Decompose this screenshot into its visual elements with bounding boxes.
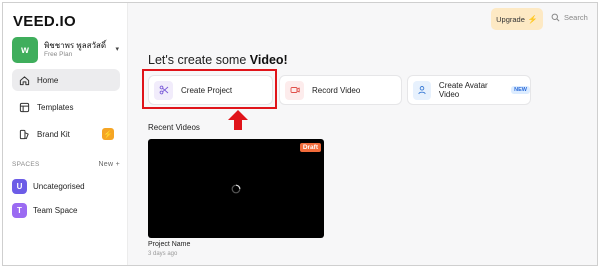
- recent-videos-heading: Recent Videos: [148, 123, 200, 132]
- veed-logo[interactable]: VEED.IO: [13, 13, 76, 30]
- highlight-box: [142, 69, 277, 109]
- page-heading: Let's create some Video!: [148, 53, 288, 67]
- sidebar-item-brand-kit[interactable]: Brand Kit ⚡: [12, 123, 120, 145]
- create-avatar-video-button[interactable]: Create Avatar Video NEW: [407, 75, 531, 105]
- heading-bold: Video!: [249, 53, 288, 67]
- search-button[interactable]: Search: [551, 13, 588, 22]
- action-label: Record Video: [312, 85, 361, 95]
- workspace-switcher[interactable]: w พิชชาพร พูลสวัสดิ์ Free Plan ▾: [12, 36, 122, 64]
- home-icon: [19, 75, 30, 86]
- sidebar-item-label: Templates: [37, 102, 74, 112]
- avatar-icon: [413, 80, 431, 100]
- app-window: VEED.IO w พิชชาพร พูลสวัสดิ์ Free Plan ▾…: [2, 2, 598, 266]
- sidebar: VEED.IO w พิชชาพร พูลสวัสดิ์ Free Plan ▾…: [3, 3, 128, 265]
- new-space-button[interactable]: New +: [98, 161, 120, 168]
- workspace-name: พิชชาพร พูลสวัสดิ์: [44, 41, 107, 51]
- heading-prefix: Let's create some: [148, 53, 250, 67]
- sidebar-item-templates[interactable]: Templates: [12, 96, 120, 118]
- upgrade-button[interactable]: Upgrade ⚡: [491, 8, 543, 30]
- space-item-uncategorised[interactable]: U Uncategorised: [12, 177, 122, 195]
- space-item-label: Uncategorised: [33, 181, 85, 191]
- upgrade-label: Upgrade: [496, 14, 525, 24]
- search-icon: [551, 13, 560, 22]
- action-label: Create Avatar Video: [438, 81, 488, 99]
- sidebar-item-label: Home: [37, 75, 59, 85]
- space-avatar: T: [12, 202, 27, 218]
- search-label: Search: [564, 13, 588, 22]
- new-badge: NEW: [511, 86, 530, 94]
- video-thumbnail[interactable]: Draft: [148, 139, 324, 238]
- spaces-heading-label: SPACES: [12, 161, 40, 168]
- sidebar-item-home[interactable]: Home: [12, 69, 120, 91]
- draft-badge: Draft: [299, 143, 321, 152]
- video-title[interactable]: Project Name: [148, 241, 190, 248]
- brand-kit-icon: [19, 129, 30, 140]
- workspace-plan: Free Plan: [44, 50, 73, 58]
- workspace-avatar: w: [12, 37, 38, 63]
- video-timestamp: 3 days ago: [148, 251, 178, 257]
- templates-icon: [19, 102, 30, 113]
- spaces-heading: SPACES New +: [12, 161, 120, 168]
- record-video-button[interactable]: Record Video: [279, 75, 402, 105]
- space-item-team-space[interactable]: T Team Space: [12, 201, 122, 219]
- space-item-label: Team Space: [33, 205, 78, 215]
- bolt-icon: ⚡: [527, 14, 538, 24]
- red-arrow-up-icon: [228, 110, 248, 130]
- chevron-down-icon[interactable]: ▾: [115, 45, 119, 53]
- sidebar-item-label: Brand Kit: [37, 129, 70, 139]
- bolt-icon: ⚡: [102, 128, 114, 140]
- record-icon: [285, 80, 304, 100]
- space-avatar: U: [12, 178, 27, 194]
- loading-spinner-icon: [231, 184, 241, 194]
